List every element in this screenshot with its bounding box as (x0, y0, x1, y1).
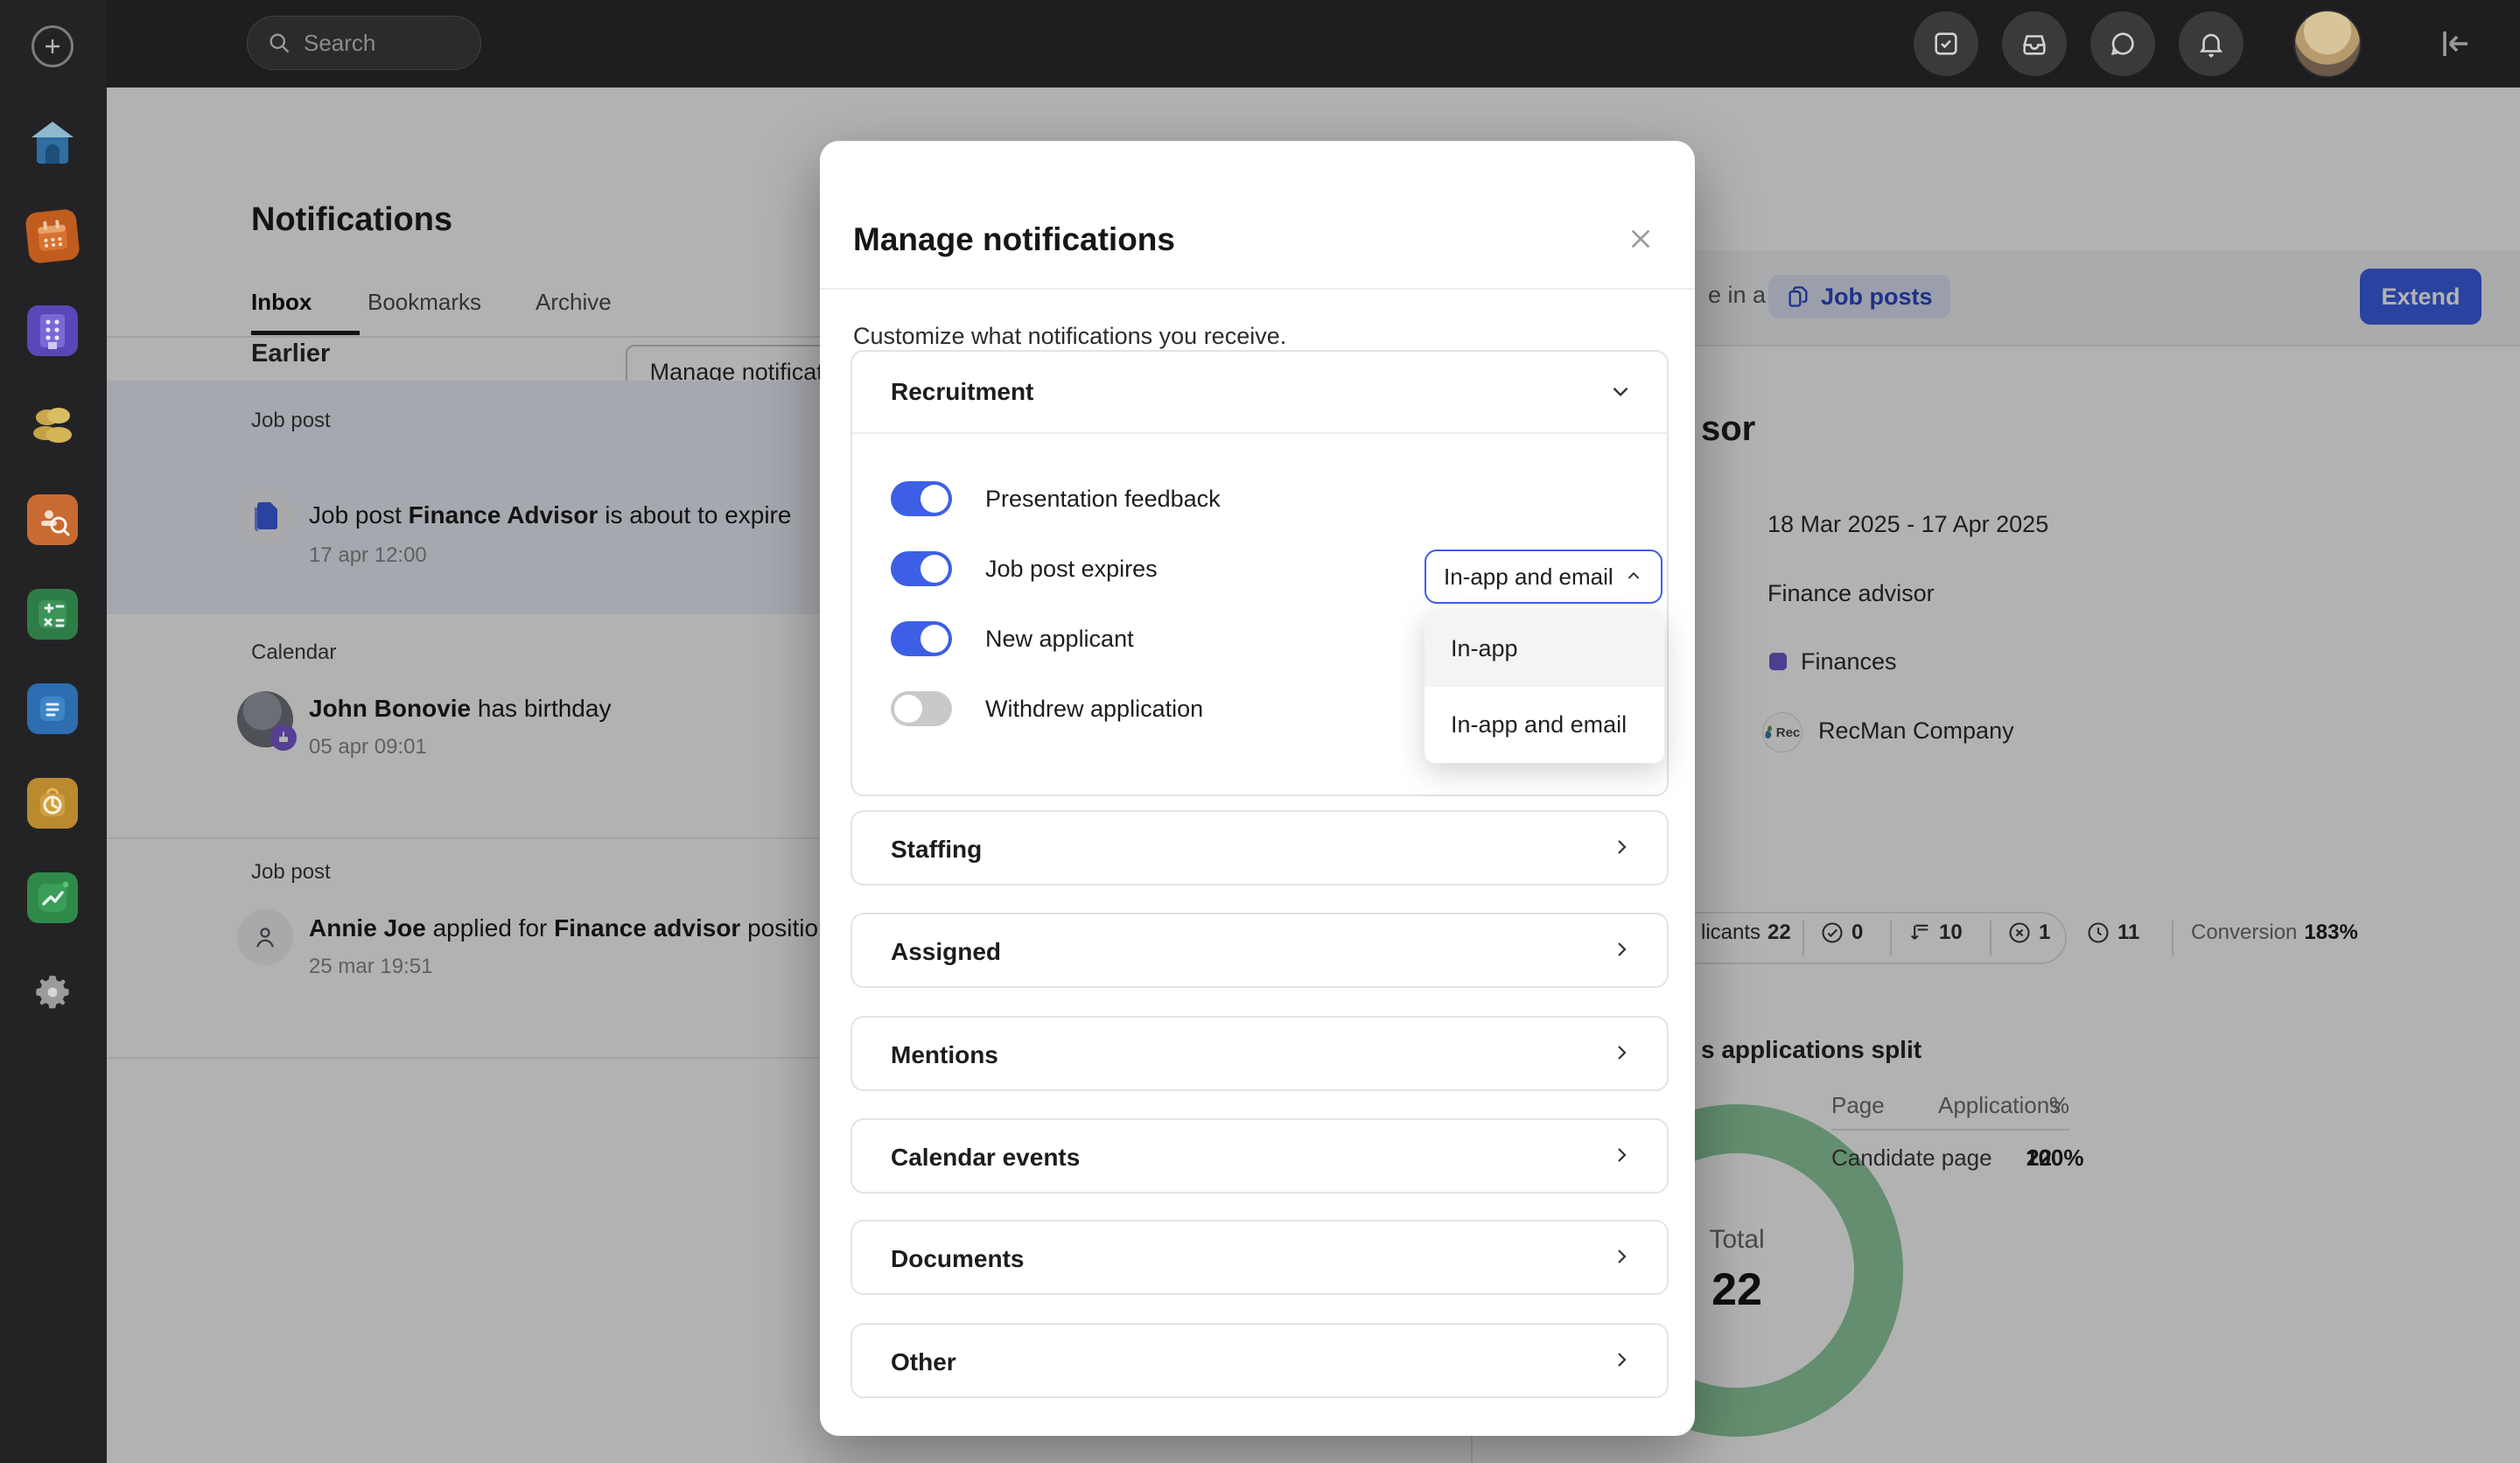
tasks-button[interactable]: 3 (1914, 11, 1978, 76)
modal-header-divider (820, 288, 1695, 290)
section-label: Mentions (891, 1041, 998, 1069)
dropdown-option-in-app[interactable]: In-app (1424, 611, 1664, 687)
close-button[interactable] (1623, 221, 1658, 256)
section-label: Assigned (891, 938, 1001, 966)
toggle-row-job-post-expires: Job post expires (891, 551, 1158, 586)
home-icon (29, 120, 76, 164)
chat-button[interactable] (2090, 11, 2155, 76)
chevron-up-icon (1624, 567, 1643, 586)
calendar-icon (33, 217, 72, 256)
select-value: In-app and email (1444, 564, 1614, 591)
sidebar-item-company[interactable] (27, 305, 78, 356)
inbox-tray-icon (2020, 29, 2049, 59)
sidebar-item-analytics[interactable] (27, 872, 78, 923)
notifications-button[interactable]: 2 (2179, 11, 2244, 76)
close-icon (1627, 225, 1655, 253)
section-label: Other (891, 1348, 956, 1376)
building-icon (37, 312, 68, 349)
new-applicant-toggle[interactable] (891, 621, 952, 656)
bell-icon (2196, 29, 2226, 59)
section-divider (852, 432, 1667, 434)
sidebar-item-documents[interactable] (27, 683, 78, 734)
manage-notifications-modal: Manage notifications Customize what noti… (820, 141, 1695, 1436)
chevron-right-icon (1611, 1144, 1632, 1166)
withdrew-application-toggle[interactable] (891, 691, 952, 726)
section-calendar-events[interactable]: Calendar events (850, 1118, 1669, 1194)
chat-bubble-icon (2108, 29, 2138, 59)
toggle-label: Withdrew application (985, 696, 1203, 723)
section-documents[interactable]: Documents (850, 1220, 1669, 1295)
toggle-label: Job post expires (985, 556, 1158, 583)
collapse-panel-button[interactable] (2432, 23, 2474, 65)
chevron-right-icon (1611, 1349, 1632, 1370)
section-other[interactable]: Other (850, 1323, 1669, 1398)
top-bar: 3 57 2 (107, 0, 2520, 88)
clock-bag-icon (36, 787, 69, 820)
delivery-method-select[interactable]: In-app and email (1424, 550, 1662, 604)
section-label: Staffing (891, 836, 982, 864)
sidebar-item-finance[interactable] (27, 400, 78, 451)
chevron-right-icon (1611, 836, 1632, 858)
sidebar-item-settings[interactable] (27, 967, 78, 1018)
section-mentions[interactable]: Mentions (850, 1016, 1669, 1091)
gear-icon (31, 970, 74, 1014)
search-input[interactable] (304, 30, 461, 57)
sidebar-item-candidate-search[interactable] (27, 494, 78, 545)
section-label: Calendar events (891, 1144, 1080, 1172)
calculator-icon (37, 598, 68, 630)
modal-title: Manage notifications (853, 221, 1175, 258)
coins-icon (30, 406, 75, 444)
sidebar-item-calendar[interactable] (24, 208, 80, 264)
section-staffing[interactable]: Staffing (850, 810, 1669, 886)
chevron-right-icon (1611, 1246, 1632, 1267)
person-search-icon (35, 503, 70, 536)
delivery-method-dropdown: In-app In-app and email (1424, 611, 1664, 763)
section-label: Recruitment (891, 378, 1033, 406)
job-post-expires-toggle[interactable] (891, 551, 952, 586)
dropdown-option-in-app-and-email[interactable]: In-app and email (1424, 687, 1664, 763)
task-check-icon (1931, 29, 1961, 59)
collapse-left-icon (2432, 23, 2474, 65)
chart-line-icon (36, 881, 69, 914)
add-button[interactable] (32, 25, 74, 67)
toggle-row-new-applicant: New applicant (891, 621, 1134, 656)
chevron-down-icon (1609, 380, 1632, 402)
section-label: Documents (891, 1245, 1024, 1273)
section-recruitment[interactable]: Recruitment Presentation feedback Job po… (850, 350, 1669, 796)
documents-icon (37, 693, 68, 724)
app-sidebar (0, 0, 107, 1463)
chevron-right-icon (1611, 1042, 1632, 1063)
sidebar-item-home[interactable] (27, 116, 78, 167)
section-assigned[interactable]: Assigned (850, 913, 1669, 988)
toggle-row-presentation-feedback: Presentation feedback (891, 481, 1221, 516)
plus-icon (42, 36, 63, 57)
sidebar-item-calculator[interactable] (27, 589, 78, 640)
toggle-label: New applicant (985, 626, 1134, 653)
presentation-feedback-toggle[interactable] (891, 481, 952, 516)
sidebar-item-time-tracking[interactable] (27, 778, 78, 829)
user-avatar[interactable] (2293, 10, 2362, 78)
search-icon (267, 31, 291, 55)
toggle-row-withdrew-application: Withdrew application (891, 691, 1203, 726)
toggle-label: Presentation feedback (985, 486, 1221, 513)
inbox-button[interactable]: 57 (2002, 11, 2067, 76)
chevron-right-icon (1611, 939, 1632, 960)
modal-subtitle: Customize what notifications you receive… (853, 323, 1286, 350)
global-search[interactable] (247, 16, 481, 70)
